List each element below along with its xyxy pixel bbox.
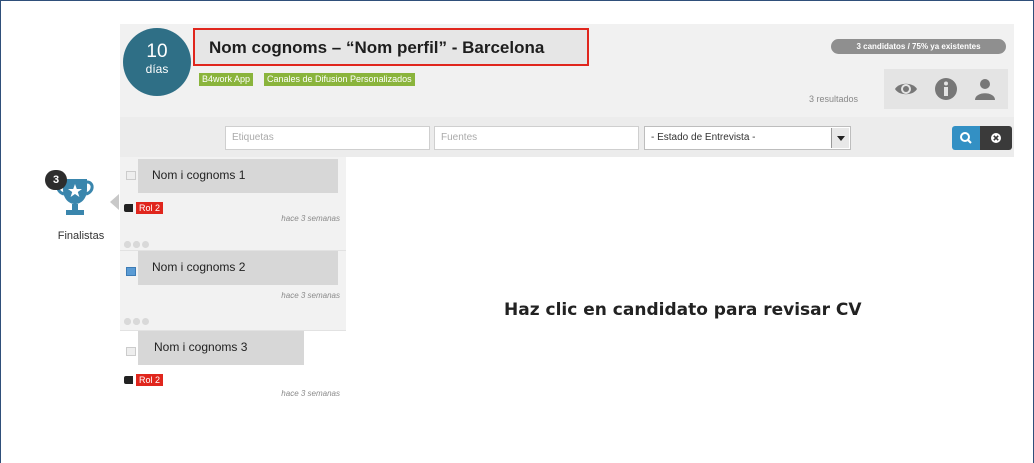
chevron-down-icon[interactable]	[831, 128, 849, 148]
job-title-box: Nom cognoms – “Nom perfil” - Barcelona	[193, 28, 589, 66]
card-action-icons[interactable]	[124, 312, 342, 330]
finalists-label: Finalistas	[57, 230, 105, 242]
candidate-name: Nom i cognoms 2	[138, 251, 338, 285]
interview-status-select[interactable]: - Estado de Entrevista -	[644, 126, 851, 150]
candidate-card[interactable]: Nom i cognoms 2 hace 3 semanas	[120, 250, 346, 330]
candidate-card[interactable]: Nom i cognoms 3 Rol 2 hace 3 semanas	[120, 330, 346, 412]
finalists-count-badge: 3	[45, 170, 67, 190]
job-title: Nom cognoms – “Nom perfil” - Barcelona	[209, 38, 545, 57]
candidate-time: hace 3 semanas	[281, 389, 340, 398]
role-badge: Rol 2	[136, 201, 164, 214]
candidate-name: Nom i cognoms 1	[138, 159, 338, 193]
candidate-card[interactable]: Nom i cognoms 1 Rol 2 hace 3 semanas	[120, 157, 346, 250]
candidate-time: hace 3 semanas	[281, 291, 340, 300]
select-checkbox[interactable]	[126, 347, 136, 356]
role-tag: Rol 2	[124, 199, 164, 217]
finalists-widget[interactable]: 3 Finalistas	[45, 170, 115, 250]
role-badge: Rol 2	[136, 373, 164, 386]
filter-bar: Etiquetas Fuentes - Estado de Entrevista…	[120, 117, 1014, 157]
info-icon[interactable]	[934, 77, 958, 101]
collapse-arrow-icon[interactable]	[110, 194, 119, 210]
tags-filter-input[interactable]: Etiquetas	[225, 126, 430, 150]
candidates-count-pill: 3 candidatos / 75% ya existentes	[831, 39, 1006, 54]
candidate-list: Nom i cognoms 1 Rol 2 hace 3 semanas Nom…	[120, 157, 346, 412]
select-checkbox[interactable]	[126, 171, 136, 180]
days-label: días	[145, 62, 169, 76]
candidate-time: hace 3 semanas	[281, 214, 340, 223]
candidate-name: Nom i cognoms 3	[138, 331, 304, 365]
interview-status-value: - Estado de Entrevista -	[651, 132, 756, 143]
search-icon	[960, 132, 972, 144]
sources-filter-input[interactable]: Fuentes	[434, 126, 639, 150]
channel-tag[interactable]: Canales de Difusion Personalizados	[264, 73, 415, 86]
header-actions	[884, 69, 1008, 109]
user-icon[interactable]	[973, 77, 997, 101]
search-button[interactable]	[952, 126, 980, 150]
days-number: 10	[146, 41, 168, 62]
tag-icon	[124, 375, 133, 384]
channel-tag[interactable]: B4work App	[199, 73, 254, 86]
select-checkbox[interactable]	[126, 267, 136, 276]
job-header: 10 días Nom cognoms – “Nom perfil” - Bar…	[120, 24, 1014, 117]
close-icon	[991, 133, 1001, 143]
tag-icon	[124, 203, 133, 212]
results-count: 3 resultados	[809, 94, 859, 104]
eye-icon[interactable]	[894, 77, 918, 101]
clear-filters-button[interactable]	[980, 126, 1012, 150]
role-tag: Rol 2	[124, 371, 164, 389]
empty-state-message: Haz clic en candidato para revisar CV	[504, 300, 862, 320]
days-counter: 10 días	[123, 28, 191, 96]
